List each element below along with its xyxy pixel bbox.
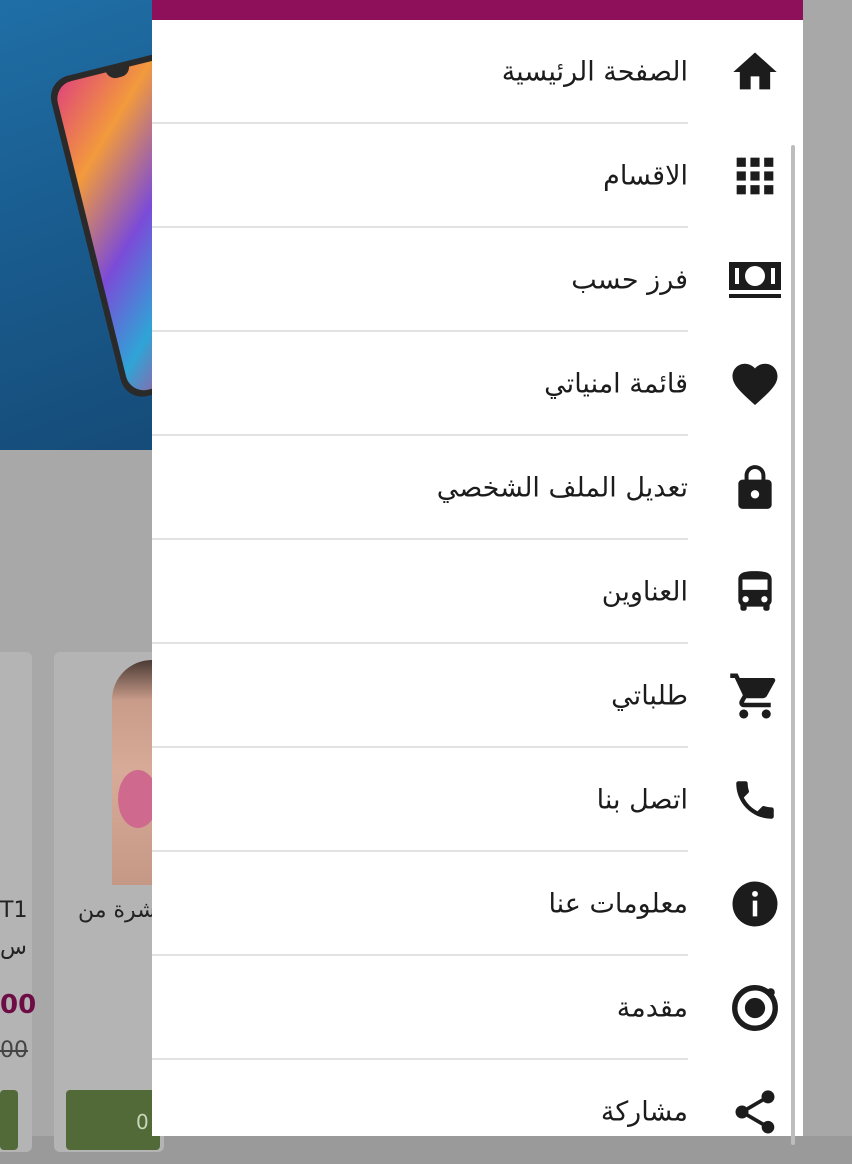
menu-item-home[interactable]: الصفحة الرئيسية <box>152 20 803 124</box>
product-price: 00 <box>0 990 37 1020</box>
menu-item-label: معلومات عنا <box>548 888 688 920</box>
menu-item-label: مشاركة <box>600 1096 688 1128</box>
add-to-cart-button[interactable]: 0 <box>66 1090 160 1150</box>
menu-item-edit-profile[interactable]: تعديل الملف الشخصي <box>152 436 803 540</box>
menu-item-intro[interactable]: مقدمة <box>152 956 803 1060</box>
menu-item-label: الصفحة الرئيسية <box>501 56 688 88</box>
drawer-header-bar <box>152 0 803 20</box>
bus-icon <box>726 563 784 621</box>
product-title: شرة من <box>78 898 156 923</box>
menu-item-label: الاقسام <box>603 160 688 192</box>
product-subtitle: س <box>0 935 27 960</box>
menu-item-label: اتصل بنا <box>596 784 688 816</box>
add-to-cart-button[interactable] <box>0 1090 18 1150</box>
info-icon <box>726 875 784 933</box>
menu-item-label: قائمة امنياتي <box>544 368 688 400</box>
product-title: T1 <box>0 898 28 923</box>
phone-image <box>46 44 160 402</box>
menu-item-share[interactable]: مشاركة <box>152 1060 803 1164</box>
phone-icon <box>726 771 784 829</box>
intro-icon <box>726 979 784 1037</box>
menu-item-about[interactable]: معلومات عنا <box>152 852 803 956</box>
menu-item-label: العناوين <box>601 576 688 608</box>
navigation-drawer: الصفحة الرئيسية الاقسام فرز حسب قائمة ام… <box>152 0 803 1145</box>
share-icon <box>726 1083 784 1141</box>
heart-icon <box>726 355 784 413</box>
menu-item-addresses[interactable]: العناوين <box>152 540 803 644</box>
menu-item-label: مقدمة <box>616 992 688 1024</box>
menu-item-sort[interactable]: فرز حسب <box>152 228 803 332</box>
menu-item-label: طلباتي <box>611 680 688 712</box>
menu-item-label: فرز حسب <box>571 264 688 296</box>
menu-item-contact[interactable]: اتصل بنا <box>152 748 803 852</box>
cart-icon <box>726 667 784 725</box>
product-old-price: 00 <box>0 1038 28 1063</box>
lock-icon <box>726 459 784 517</box>
home-icon <box>726 43 784 101</box>
button-label: 0 <box>136 1110 149 1134</box>
grid-icon <box>726 147 784 205</box>
menu-item-orders[interactable]: طلباتي <box>152 644 803 748</box>
drawer-menu: الصفحة الرئيسية الاقسام فرز حسب قائمة ام… <box>152 20 803 1164</box>
promo-banner[interactable] <box>0 0 160 450</box>
menu-item-label: تعديل الملف الشخصي <box>436 472 688 504</box>
menu-item-wishlist[interactable]: قائمة امنياتي <box>152 332 803 436</box>
menu-item-categories[interactable]: الاقسام <box>152 124 803 228</box>
money-icon <box>726 251 784 309</box>
